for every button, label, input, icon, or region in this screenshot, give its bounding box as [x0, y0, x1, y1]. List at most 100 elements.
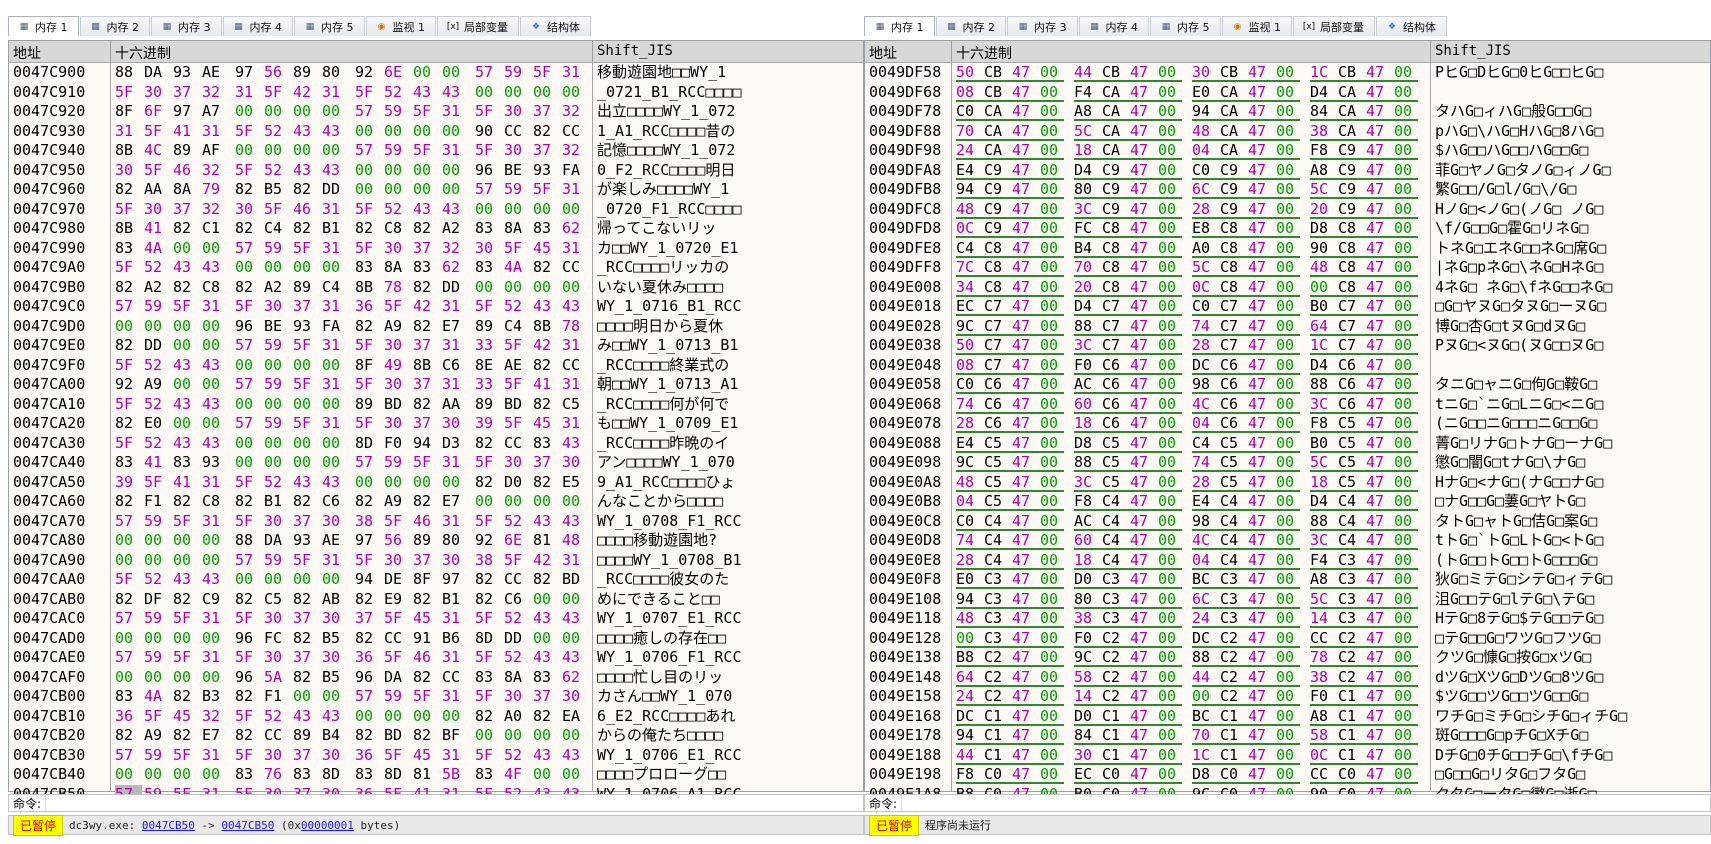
hex-byte[interactable]: 59	[144, 512, 171, 531]
hex-byte[interactable]: 45	[413, 746, 440, 765]
hex-byte[interactable]: 5F	[144, 122, 171, 141]
hex-byte[interactable]: 31	[322, 414, 349, 433]
memory-row[interactable]: 0049E128 00 C3 47 00 F0 C2 47 00 DC C2 47 00 CC C2 47 00…	[865, 629, 1710, 648]
hex-byte[interactable]: 31	[322, 200, 349, 219]
hex-byte[interactable]: 32	[562, 102, 589, 121]
memory-row[interactable]: 0049E168 DC C1 47 00 D0 C1 47 00 BC C1 47 00 A8 C1 47 00…	[865, 707, 1710, 726]
hex-byte[interactable]: 00	[115, 629, 142, 648]
hex-byte[interactable]: 5F	[533, 180, 560, 199]
hex-byte[interactable]: 31	[115, 122, 142, 141]
hex-byte[interactable]: 82	[235, 492, 262, 511]
hex-byte[interactable]: 38	[475, 551, 502, 570]
hex-byte[interactable]: AE	[322, 531, 349, 550]
hex-byte[interactable]: 57	[115, 609, 142, 628]
hex-byte[interactable]: 43	[413, 200, 440, 219]
hex-byte[interactable]: C4	[264, 219, 291, 238]
hex-byte[interactable]: 33	[475, 375, 502, 394]
hex-byte[interactable]: 31	[322, 375, 349, 394]
memory-row[interactable]: 0049E0E8 28 C4 47 00 18 C4 47 00 04 C4 47 00 F4 C3 47 00…	[865, 551, 1710, 570]
hex-byte[interactable]: 31	[562, 414, 589, 433]
hex-byte[interactable]: 5F	[384, 609, 411, 628]
hex-byte[interactable]: 00	[322, 102, 349, 121]
hex-byte[interactable]: C9	[202, 590, 229, 609]
left-command-input[interactable]	[45, 795, 863, 811]
hex-byte[interactable]: 8D	[355, 434, 382, 453]
hex-byte[interactable]: 00	[442, 63, 469, 82]
hex-byte[interactable]: 30	[115, 161, 142, 180]
hex-byte[interactable]: 00	[475, 492, 502, 511]
hex-byte[interactable]: C6	[442, 356, 469, 375]
memory-row[interactable]: 0049E028 9C C7 47 00 88 C7 47 00 74 C7 47 00 64 C7 47 00…	[865, 317, 1710, 336]
hex-byte[interactable]: 00	[562, 726, 589, 745]
hex-byte[interactable]: 30	[144, 200, 171, 219]
hex-byte[interactable]: AA	[442, 395, 469, 414]
hex-byte[interactable]: DA	[144, 63, 171, 82]
hex-byte[interactable]: 89	[173, 141, 200, 160]
hex-byte[interactable]: 31	[442, 297, 469, 316]
hex-byte[interactable]: 8B	[355, 278, 382, 297]
hex-byte[interactable]: C6	[322, 492, 349, 511]
hex-byte[interactable]: 30	[384, 336, 411, 355]
hex-byte[interactable]: B4	[322, 726, 349, 745]
hex-byte[interactable]: 00	[202, 668, 229, 687]
hex-byte[interactable]: 36	[355, 648, 382, 667]
hex-byte[interactable]: 00	[264, 570, 291, 589]
hex-byte[interactable]: B5	[322, 629, 349, 648]
hex-byte[interactable]: 43	[293, 161, 320, 180]
hex-byte[interactable]: 82	[355, 590, 382, 609]
hex-byte[interactable]: 41	[533, 375, 560, 394]
hex-byte[interactable]: 57	[115, 297, 142, 316]
hex-byte[interactable]: 37	[173, 83, 200, 102]
hex-byte[interactable]: 43	[202, 570, 229, 589]
hex-byte[interactable]: 82	[533, 258, 560, 277]
memory-row[interactable]: 0049E048 08 C7 47 00 F0 C6 47 00 DC C6 47 00 D4 C6 47 00	[865, 356, 1710, 375]
hex-byte[interactable]: 37	[173, 200, 200, 219]
hex-byte[interactable]: 39	[115, 473, 142, 492]
hex-byte[interactable]: DD	[144, 336, 171, 355]
selection-end-link[interactable]: 0047CB50	[221, 819, 274, 832]
hex-byte[interactable]: 43	[293, 122, 320, 141]
hex-byte[interactable]: 5F	[235, 473, 262, 492]
memory-row[interactable]: 0047C900 88 DA 93 AE 97 56 89 80 92 6E 00 00 57 59 5F 31…	[9, 63, 863, 82]
hex-byte[interactable]: 5F	[384, 297, 411, 316]
hex-byte[interactable]: 6E	[504, 531, 531, 550]
hex-byte[interactable]: 31	[562, 336, 589, 355]
hex-byte[interactable]: 43	[202, 434, 229, 453]
hex-byte[interactable]: 32	[202, 707, 229, 726]
hex-byte[interactable]: 82	[173, 687, 200, 706]
hex-byte[interactable]: 00	[202, 336, 229, 355]
hex-byte[interactable]: 31	[562, 551, 589, 570]
hex-byte[interactable]: 00	[442, 161, 469, 180]
hex-byte[interactable]: CC	[504, 122, 531, 141]
hex-byte[interactable]: FC	[264, 629, 291, 648]
hex-byte[interactable]: 00	[384, 122, 411, 141]
hex-byte[interactable]: DD	[442, 278, 469, 297]
hex-byte[interactable]: 00	[202, 414, 229, 433]
hex-byte[interactable]: 00	[562, 629, 589, 648]
hex-byte[interactable]: 00	[173, 414, 200, 433]
hex-byte[interactable]: 30	[322, 609, 349, 628]
hex-byte[interactable]: 93	[533, 161, 560, 180]
memory-row[interactable]: 0047CAD0 00 00 00 00 96 FC 82 B5 82 CC 91 B6 8D DD 00 00…	[9, 629, 863, 648]
memory-row[interactable]: 0047CB10 36 5F 45 32 5F 52 43 43 00 00 00 00 82 A0 82 EA…	[9, 707, 863, 726]
memory-row[interactable]: 0049DFA8 E4 C9 47 00 D4 C9 47 00 C0 C9 47 00 A8 C9 47 00…	[865, 161, 1710, 180]
hex-byte[interactable]: 4F	[504, 765, 531, 784]
right-hex-dump[interactable]: 地址 十六进制 Shift_JIS 0049DF58 50 CB 47 00 44 CB 47…	[864, 40, 1711, 804]
hex-byte[interactable]: 00	[504, 278, 531, 297]
hex-byte[interactable]: 92	[355, 63, 382, 82]
hex-byte[interactable]: 00	[173, 668, 200, 687]
hex-byte[interactable]: 59	[144, 648, 171, 667]
hex-byte[interactable]: 5F	[355, 551, 382, 570]
hex-byte[interactable]: 52	[264, 707, 291, 726]
hex-byte[interactable]: 91	[413, 629, 440, 648]
hex-byte[interactable]: 82	[533, 707, 560, 726]
hex-byte[interactable]: 00	[264, 453, 291, 472]
hex-byte[interactable]: 31	[202, 746, 229, 765]
hex-byte[interactable]: 43	[413, 83, 440, 102]
hex-byte[interactable]: 31	[442, 687, 469, 706]
hex-byte[interactable]: B1	[264, 492, 291, 511]
hex-byte[interactable]: 83	[533, 219, 560, 238]
hex-byte[interactable]: 00	[144, 765, 171, 784]
hex-byte[interactable]: 57	[115, 746, 142, 765]
left-tab-5[interactable]: ▦ 内存 5	[294, 16, 365, 36]
